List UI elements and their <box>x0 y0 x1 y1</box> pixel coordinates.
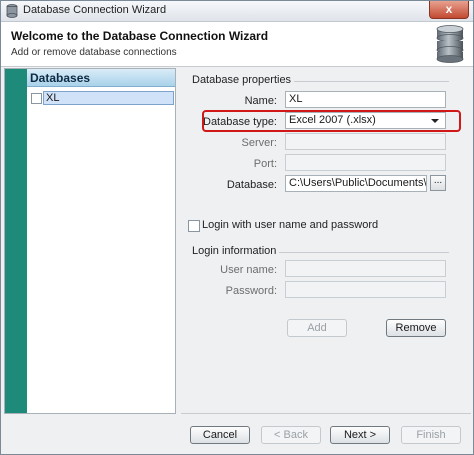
wizard-header: Welcome to the Database Connection Wizar… <box>1 22 473 67</box>
server-label: Server: <box>241 137 277 149</box>
footer-divider <box>181 413 471 414</box>
database-item-label[interactable]: XL <box>43 91 174 105</box>
next-button[interactable]: Next > <box>330 426 390 444</box>
database-label: Database: <box>226 179 277 191</box>
database-app-icon <box>6 4 18 18</box>
username-label: User name: <box>220 264 277 276</box>
back-button[interactable]: < Back <box>261 426 321 444</box>
group-divider <box>279 252 449 253</box>
login-information-label: Login information <box>192 245 277 257</box>
finish-button[interactable]: Finish <box>401 426 461 444</box>
databases-heading: Databases <box>27 69 175 87</box>
window-title: Database Connection Wizard <box>23 4 167 16</box>
close-button[interactable]: x <box>429 1 469 19</box>
name-label: Name: <box>244 95 277 107</box>
password-label: Password: <box>225 285 277 297</box>
database-list-item[interactable]: XL <box>31 91 176 106</box>
title-bar: Database Connection Wizard x <box>1 1 473 22</box>
port-label: Port: <box>253 158 277 170</box>
database-stack-icon <box>436 25 464 63</box>
name-input[interactable]: XL <box>285 91 446 108</box>
close-icon: x <box>445 2 453 16</box>
username-input[interactable] <box>285 260 446 277</box>
database-path-input[interactable]: C:\Users\Public\Documents\1 <box>285 175 427 192</box>
wizard-window: Database Connection Wizard x Welcome to … <box>0 0 474 455</box>
database-type-highlight <box>202 110 461 132</box>
login-checkbox-label[interactable]: Login with user name and password <box>202 219 378 231</box>
login-checkbox[interactable] <box>188 220 200 232</box>
panel-accent-strip <box>5 69 27 413</box>
add-button[interactable]: Add <box>287 319 347 337</box>
wizard-title: Welcome to the Database Connection Wizar… <box>11 29 269 43</box>
remove-button[interactable]: Remove <box>386 319 446 337</box>
browse-button[interactable]: ... <box>430 175 446 191</box>
databases-panel: Databases XL <box>4 68 176 414</box>
password-input[interactable] <box>285 281 446 298</box>
wizard-subtitle: Add or remove database connections <box>11 47 177 58</box>
database-item-checkbox[interactable] <box>31 93 42 104</box>
group-divider <box>294 81 449 82</box>
database-properties-label: Database properties <box>192 74 292 86</box>
cancel-button[interactable]: Cancel <box>190 426 250 444</box>
port-input[interactable] <box>285 154 446 171</box>
server-input[interactable] <box>285 133 446 150</box>
